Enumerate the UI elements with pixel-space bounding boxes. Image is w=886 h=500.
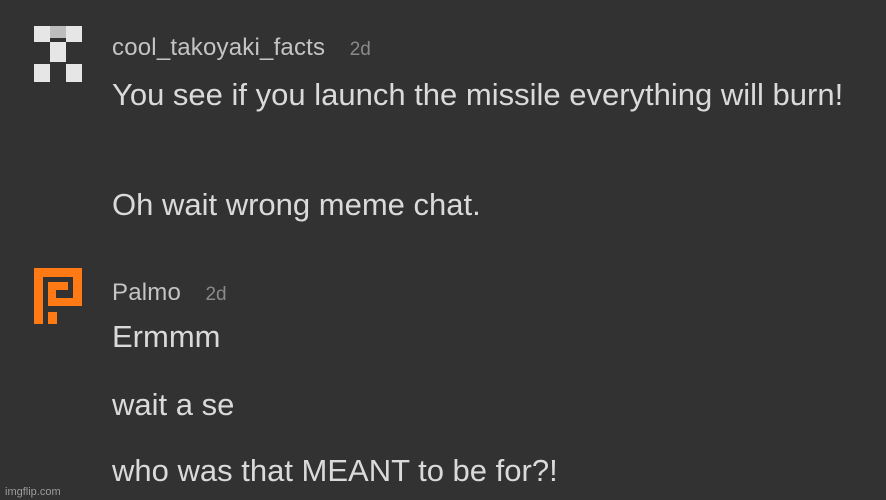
comment-header: Palmo 2d [112,279,227,307]
pixel-orange-p-avatar-icon[interactable] [34,268,82,324]
timestamp: 2d [205,284,227,305]
comment-paragraph: who was that MEANT to be for?! [112,453,558,488]
comment-paragraph: wait a se [112,387,235,422]
timestamp: 2d [349,39,371,60]
comment-paragraph: Ermmm [112,319,221,354]
username[interactable]: Palmo [112,279,181,306]
watermark: imgflip.com [5,486,61,498]
pixel-white-avatar-icon[interactable] [34,26,82,82]
comment-header: cool_takoyaki_facts 2d [112,34,371,62]
comment-paragraph: You see if you launch the missile everyt… [112,77,844,112]
username[interactable]: cool_takoyaki_facts [112,34,325,61]
comment-paragraph: Oh wait wrong meme chat. [112,187,481,222]
